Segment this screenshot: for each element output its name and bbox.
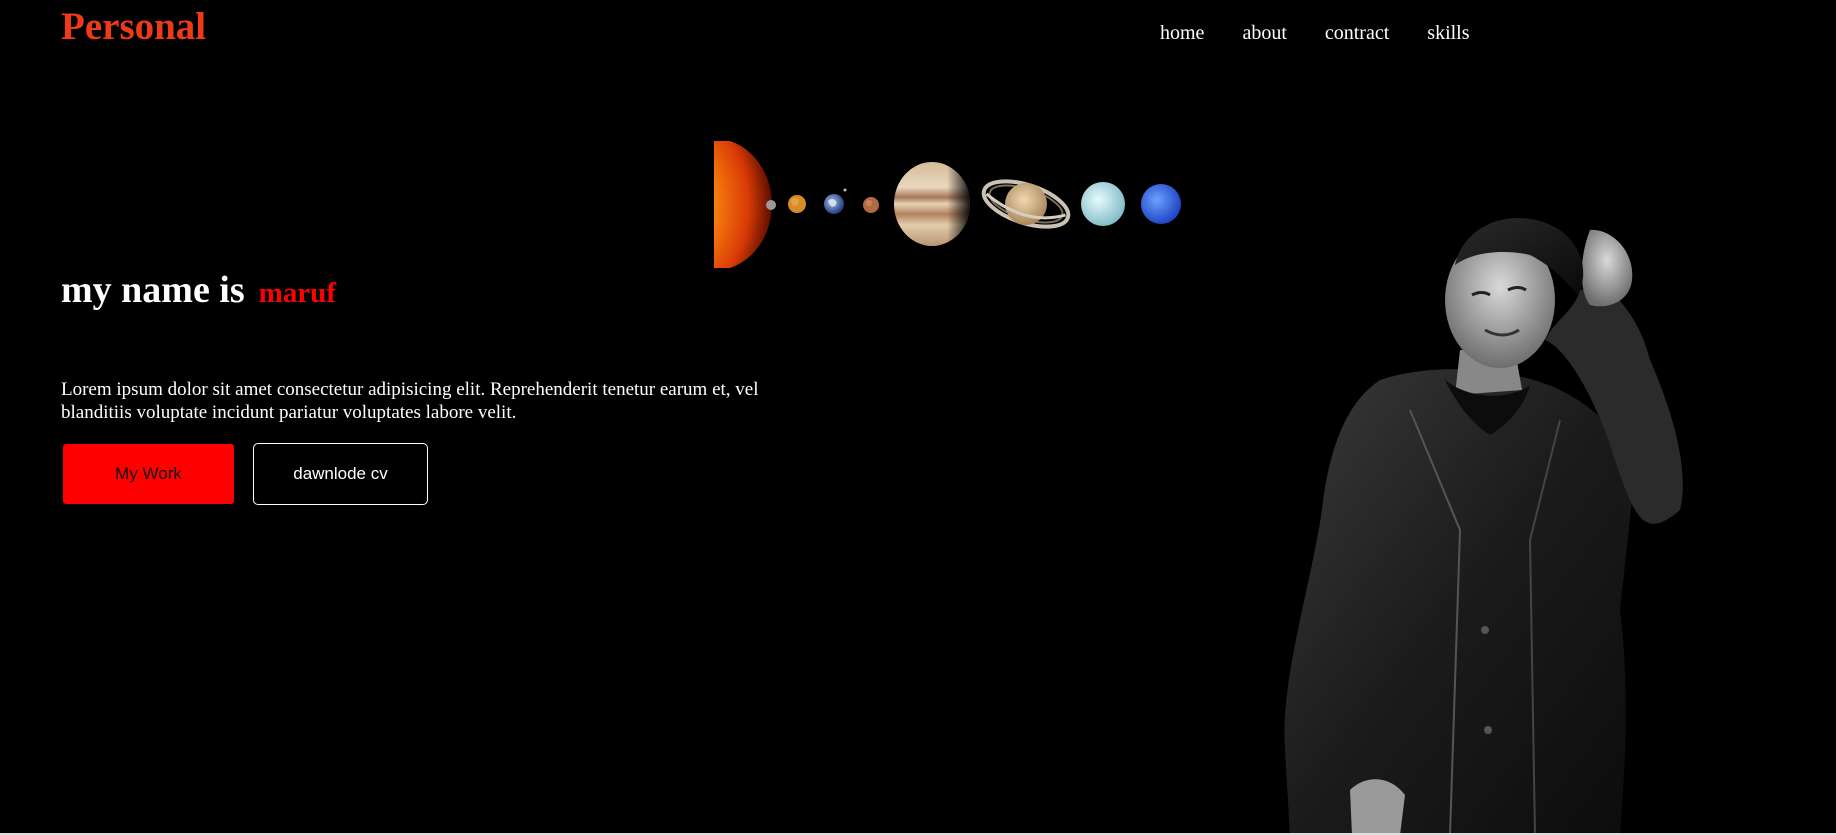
hero-title: my name is maruf (61, 268, 336, 312)
nav-link-contract[interactable]: contract (1325, 22, 1389, 45)
nav-link-home[interactable]: home (1160, 22, 1204, 45)
hero-title-prefix: my name is (61, 269, 245, 311)
my-work-button[interactable]: My Work (63, 444, 234, 504)
nav-link-about[interactable]: about (1242, 22, 1286, 45)
site-logo[interactable]: Personal (61, 5, 206, 49)
page: Personal home about contract skills my n… (0, 0, 1836, 835)
main-nav: home about contract skills (1160, 22, 1470, 45)
hero-title-name: maruf (258, 277, 336, 309)
solar-system-image (714, 141, 1181, 268)
hero-description: Lorem ipsum dolor sit amet consectetur a… (61, 379, 759, 423)
download-cv-button[interactable]: dawnlode cv (253, 443, 428, 505)
nav-link-skills[interactable]: skills (1427, 22, 1469, 45)
portrait-image (1284, 217, 1683, 835)
